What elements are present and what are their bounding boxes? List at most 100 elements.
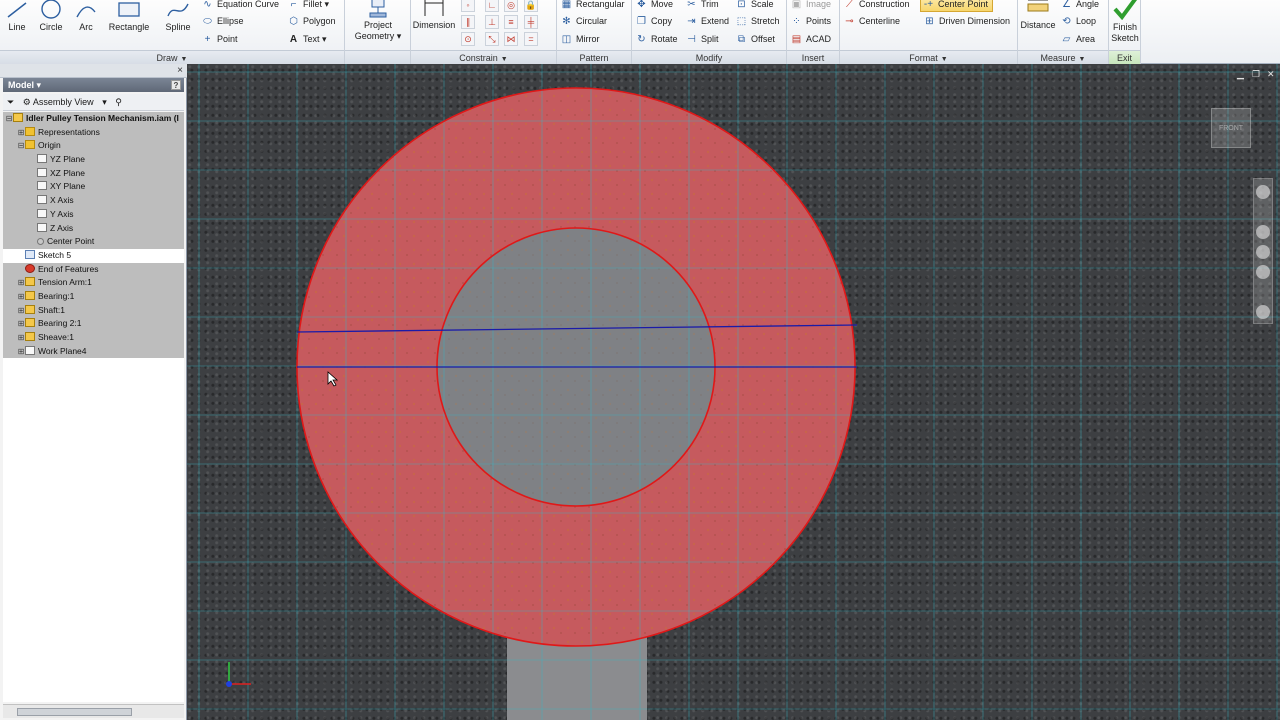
tree-item[interactable]: X Axis [3, 194, 184, 208]
perpendicular-constraint-button[interactable]: ⊥ [485, 15, 499, 29]
help-icon[interactable]: ? [171, 80, 181, 90]
construction-button[interactable]: ⟋ Construction [844, 0, 910, 12]
tree-item[interactable]: Z Axis [3, 222, 184, 236]
area-button[interactable]: ▱ Area [1061, 32, 1095, 47]
expand-icon[interactable]: ⊞ [17, 331, 25, 345]
project-geometry-button[interactable]: Project Geometry ▾ [349, 0, 407, 42]
expand-icon[interactable]: ⊞ [17, 276, 25, 290]
angle-button[interactable]: ∠ Angle [1061, 0, 1099, 12]
tree-item[interactable]: YZ Plane [3, 153, 184, 167]
tree-item[interactable]: ⊟ Origin [3, 139, 184, 153]
driven-dimension-button[interactable]: ⊞ Driven Dimension [924, 14, 1010, 29]
equation-curve-button[interactable]: ∿ Equation Curve [202, 0, 279, 12]
orbit-icon[interactable] [1256, 265, 1270, 279]
expand-icon[interactable]: ⊞ [17, 126, 25, 140]
tree-item[interactable]: ⊞ Sheave:1 [3, 331, 184, 345]
stretch-button[interactable]: ⬚ Stretch [736, 14, 780, 29]
copy-button[interactable]: ❐ Copy [636, 14, 672, 29]
symmetric-constraint-button[interactable]: ⋈ [504, 32, 518, 46]
expand-icon[interactable]: ⊞ [17, 345, 25, 358]
split-button[interactable]: ⊣ Split [686, 32, 718, 47]
scrollbar-thumb[interactable] [17, 708, 132, 716]
tree-item[interactable]: ⊞ Bearing 2:1 [3, 317, 184, 331]
acad-button[interactable]: ▤ ACAD [791, 32, 831, 47]
centerline-button[interactable]: ⊸ Centerline [844, 14, 900, 29]
center-point-button[interactable]: -+ Center Point [920, 0, 994, 12]
offset-button[interactable]: ⧉ Offset [736, 32, 775, 47]
tree-item[interactable]: End of Features [3, 263, 184, 277]
line-button[interactable]: Line [2, 0, 32, 33]
mirror-button[interactable]: ◫ Mirror [561, 32, 600, 47]
expand-icon[interactable]: ⊞ [17, 290, 25, 304]
concentric-constraint-button[interactable]: ◎ [504, 0, 518, 12]
circular-pattern-button[interactable]: ✻ Circular [561, 14, 607, 29]
move-button[interactable]: ✥ Move [636, 0, 673, 12]
scale-button[interactable]: ⊡ Scale [736, 0, 773, 12]
fillet-button[interactable]: ⌐ Fillet ▾ [288, 0, 329, 12]
steering-wheel-icon[interactable] [1256, 185, 1270, 199]
plane-icon [37, 167, 47, 177]
rotate-button[interactable]: ↻ Rotate [636, 32, 677, 47]
model-tab[interactable]: Model ▾ ? [3, 78, 184, 92]
tree-item[interactable]: Y Axis [3, 208, 184, 222]
polygon-button[interactable]: ⬡ Polygon [288, 14, 335, 29]
measure-panel-title[interactable]: Measure ▼ [1018, 50, 1108, 64]
viewcube[interactable]: FRONT [1211, 108, 1251, 148]
draw-panel-title[interactable]: Draw ▼ [0, 50, 344, 64]
distance-button[interactable]: Distance [1018, 0, 1058, 31]
zoom-icon[interactable] [1256, 245, 1270, 259]
points-button[interactable]: ⁘ Points [791, 14, 831, 29]
equal-constraint-button[interactable]: = [524, 32, 538, 46]
minimize-icon[interactable]: ▁ [1237, 69, 1244, 80]
tree-item[interactable]: ⊞ Shaft:1 [3, 304, 184, 318]
loop-button[interactable]: ⟲ Loop [1061, 14, 1096, 29]
horizontal-scrollbar[interactable] [3, 704, 184, 718]
collinear-constraint-button[interactable]: ∟ [485, 0, 499, 12]
coincident-constraint-button[interactable]: ◦ [461, 0, 475, 12]
assembly-view-dropdown[interactable]: ⚙ Assembly View ▾ [23, 97, 110, 107]
rectangle-button[interactable]: Rectangle [106, 0, 152, 33]
tree-item[interactable]: ⊟ Idler Pulley Tension Mechanism.iam (I [3, 112, 184, 126]
tree-item[interactable]: ⊞ Bearing:1 [3, 290, 184, 304]
expand-icon[interactable]: ⊞ [17, 317, 25, 331]
collapse-icon[interactable]: ⊟ [17, 139, 25, 153]
tree-item[interactable]: XY Plane [3, 180, 184, 194]
sketch-scene[interactable] [187, 64, 1280, 720]
trim-button[interactable]: ✂ Trim [686, 0, 718, 12]
close-icon[interactable]: × [177, 65, 183, 76]
format-panel-title[interactable]: Format ▼ [840, 50, 1017, 64]
find-icon[interactable]: ⚲ [115, 97, 122, 107]
tangent-constraint-button[interactable]: ⊙ [461, 32, 475, 46]
tree-item[interactable]: ⊞ Tension Arm:1 [3, 276, 184, 290]
finish-sketch-button[interactable]: Finish Sketch [1109, 0, 1141, 44]
tree-item[interactable]: ⊞ Representations [3, 126, 184, 140]
image-button[interactable]: ▣ Image [791, 0, 831, 12]
spline-button[interactable]: Spline [162, 0, 194, 33]
look-at-icon[interactable] [1256, 305, 1270, 319]
point-button[interactable]: + Point [202, 32, 238, 47]
smooth-constraint-button[interactable]: ⤡ [485, 32, 499, 46]
pan-icon[interactable] [1256, 225, 1270, 239]
tree-item[interactable]: ⊞ Work Plane4 [3, 345, 184, 358]
ellipse-button[interactable]: ⬭ Ellipse [202, 14, 243, 29]
filter-icon[interactable]: ⏷ [7, 97, 14, 107]
horizontal-constraint-button[interactable]: ≡ [504, 15, 518, 29]
rectangular-pattern-button[interactable]: ▦ Rectangular [561, 0, 625, 12]
restore-icon[interactable]: ❐ [1252, 69, 1260, 80]
circle-button[interactable]: Circle [36, 0, 66, 33]
tree-item[interactable]: XZ Plane [3, 167, 184, 181]
extend-button[interactable]: ⇥ Extend [686, 14, 729, 29]
vertical-constraint-button[interactable]: ╪ [524, 15, 538, 29]
fix-constraint-button[interactable]: 🔒 [524, 0, 538, 12]
tree-item[interactable]: Center Point [3, 235, 184, 249]
expand-icon[interactable]: ⊞ [17, 304, 25, 318]
text-button[interactable]: A Text ▾ [288, 32, 327, 47]
graphics-window[interactable]: ▁ ❐ ✕ FRONT [187, 64, 1280, 720]
arc-button[interactable]: Arc [72, 0, 100, 33]
parallel-constraint-button[interactable]: ∥ [461, 15, 475, 29]
constrain-panel-title[interactable]: Constrain ▼ [411, 50, 556, 64]
close-icon[interactable]: ✕ [1267, 69, 1275, 80]
collapse-icon[interactable]: ⊟ [5, 112, 13, 126]
dimension-button[interactable]: Dimension [411, 0, 457, 31]
tree-item[interactable]: Sketch 5 [3, 248, 184, 263]
